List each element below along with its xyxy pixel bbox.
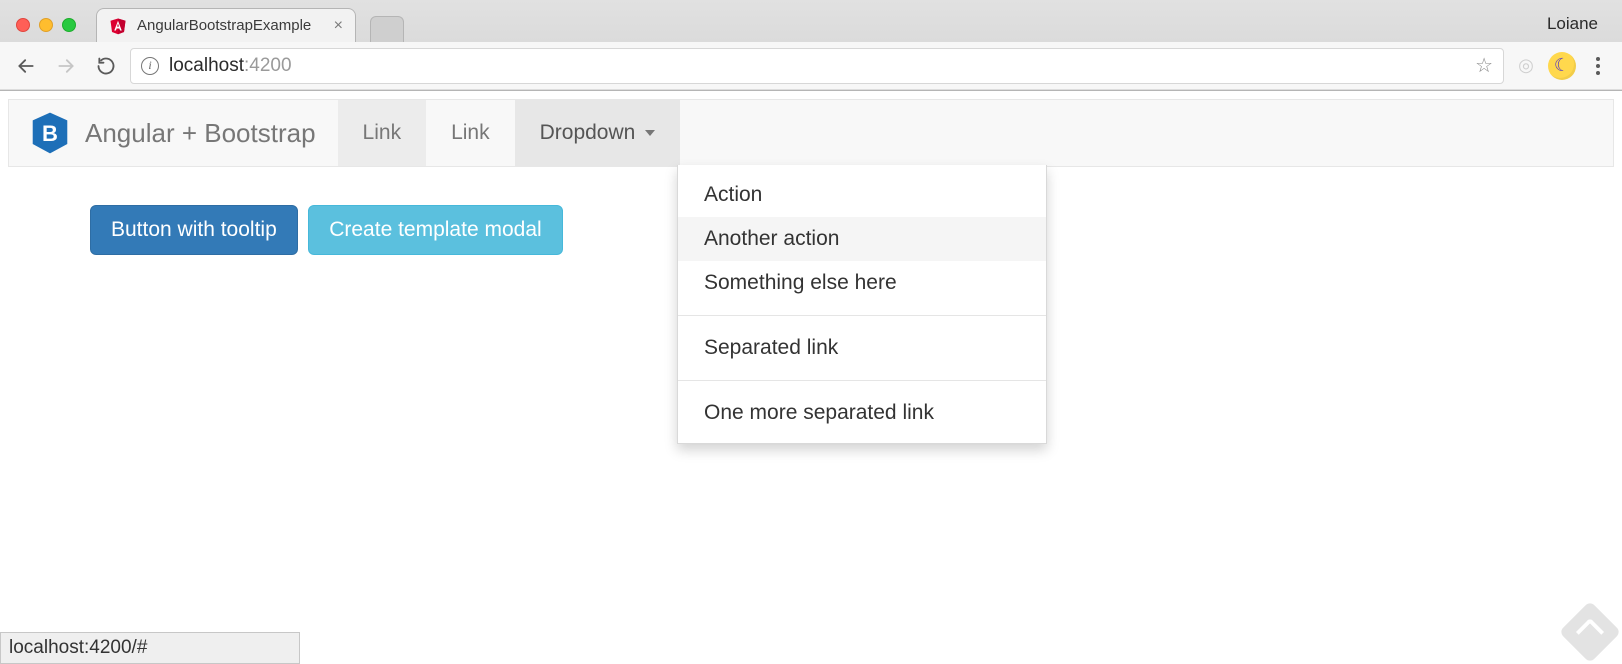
- moon-extension-icon[interactable]: ☾: [1548, 52, 1576, 80]
- browser-tab[interactable]: AngularBootstrapExample ×: [96, 8, 356, 42]
- new-tab-button[interactable]: [370, 16, 404, 42]
- window-controls: [10, 18, 86, 42]
- dropdown-divider: [678, 315, 1046, 316]
- extension-icon[interactable]: ◎: [1512, 52, 1540, 80]
- url-port: :4200: [244, 55, 292, 76]
- tab-title: AngularBootstrapExample: [137, 17, 311, 34]
- browser-chrome: AngularBootstrapExample × Loiane i local…: [0, 0, 1622, 91]
- dropdown-item[interactable]: One more separated link: [678, 391, 1046, 435]
- tab-close-button[interactable]: ×: [334, 18, 343, 34]
- tab-strip: AngularBootstrapExample × Loiane: [0, 0, 1622, 42]
- tooltip-button[interactable]: Button with tooltip: [90, 205, 298, 255]
- browser-menu-button[interactable]: [1584, 57, 1612, 75]
- nav-link-2[interactable]: Link: [426, 100, 515, 166]
- nav-link-1[interactable]: Link: [338, 100, 427, 166]
- create-modal-button[interactable]: Create template modal: [308, 205, 562, 255]
- bookmark-star-icon[interactable]: ☆: [1475, 53, 1493, 78]
- window-maximize-button[interactable]: [62, 18, 76, 32]
- dropdown-divider: [678, 380, 1046, 381]
- navbar-brand[interactable]: B Angular + Bootstrap: [9, 100, 338, 166]
- caret-down-icon: [645, 130, 655, 136]
- bootstrap-icon: B: [31, 111, 69, 155]
- feedly-icon[interactable]: [1559, 601, 1621, 663]
- window-minimize-button[interactable]: [39, 18, 53, 32]
- profile-label[interactable]: Loiane: [1547, 14, 1622, 42]
- status-bar: localhost:4200/#: [0, 632, 300, 664]
- navbar-brand-text: Angular + Bootstrap: [85, 118, 316, 149]
- browser-toolbar: i localhost:4200 ☆ ◎ ☾: [0, 42, 1622, 90]
- back-button[interactable]: [10, 50, 42, 82]
- nav-link-label: Link: [451, 121, 490, 145]
- angular-icon: [109, 17, 127, 35]
- reload-button[interactable]: [90, 50, 122, 82]
- dropdown-item[interactable]: Something else here: [678, 261, 1046, 305]
- window-close-button[interactable]: [16, 18, 30, 32]
- url-host: localhost: [169, 55, 244, 76]
- dropdown-item[interactable]: Separated link: [678, 326, 1046, 370]
- address-bar[interactable]: i localhost:4200 ☆: [130, 48, 1504, 84]
- svg-text:B: B: [42, 121, 58, 146]
- dropdown-item[interactable]: Action: [678, 173, 1046, 217]
- dropdown-menu: ActionAnother actionSomething else here S…: [677, 165, 1047, 444]
- nav-dropdown-toggle[interactable]: Dropdown: [515, 100, 681, 166]
- forward-button[interactable]: [50, 50, 82, 82]
- site-info-icon[interactable]: i: [141, 57, 159, 75]
- nav-link-label: Link: [363, 121, 402, 145]
- nav-dropdown-label: Dropdown: [540, 121, 636, 145]
- dropdown-item[interactable]: Another action: [678, 217, 1046, 261]
- app-navbar: B Angular + Bootstrap Link Link Dropdown: [8, 99, 1614, 167]
